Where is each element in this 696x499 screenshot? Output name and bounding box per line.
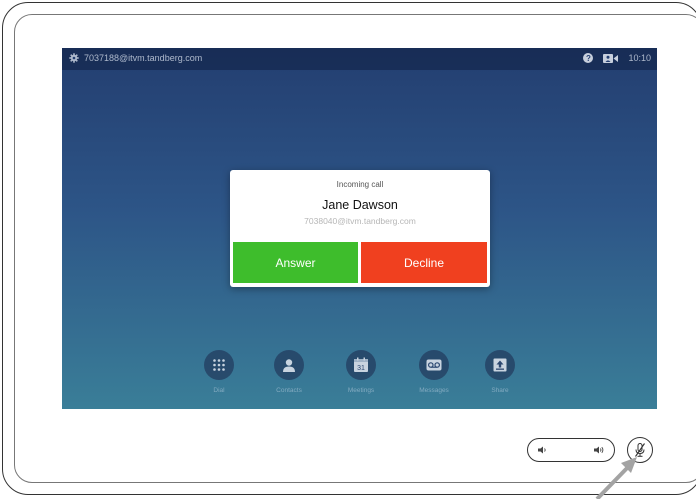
answer-button[interactable]: Answer (233, 242, 358, 283)
touch-screen: 7037188@itvm.tandberg.com ? 10:10 Incomi… (62, 48, 657, 409)
microphone-muted-icon (635, 443, 645, 457)
caller-uri: 7038040@itvm.tandberg.com (304, 216, 416, 226)
caller-name: Jane Dawson (322, 198, 398, 212)
settings-gear-icon[interactable] (69, 53, 79, 63)
dock-label-contacts: Contacts (276, 387, 302, 394)
volume-down-icon[interactable] (537, 445, 547, 455)
status-bar: 7037188@itvm.tandberg.com ? 10:10 (62, 48, 657, 70)
person-icon (283, 359, 295, 372)
camera-icon[interactable] (603, 53, 619, 63)
dock-label-share: Share (491, 387, 509, 394)
dock-label-messages: Messages (419, 387, 449, 394)
dialog-title: Incoming call (336, 180, 384, 189)
keypad-icon (213, 359, 225, 371)
system-uri: 7037188@itvm.tandberg.com (84, 53, 203, 63)
calendar-icon: 31 (354, 357, 368, 372)
clock-time: 10:10 (628, 53, 651, 63)
dock-item-meetings[interactable]: 31 Meetings (331, 350, 391, 394)
volume-up-icon[interactable] (593, 445, 605, 455)
microphone-mute-button[interactable] (627, 437, 653, 463)
dock-item-share[interactable]: Share (470, 350, 530, 394)
decline-button[interactable]: Decline (361, 242, 487, 283)
dock-item-contacts[interactable]: Contacts (259, 350, 319, 394)
help-icon[interactable]: ? (583, 53, 594, 63)
incoming-call-dialog: Incoming call Jane Dawson 7038040@itvm.t… (230, 170, 490, 287)
dock-item-messages[interactable]: Messages (404, 350, 464, 394)
dock-item-dial[interactable]: Dial (189, 350, 249, 394)
home-dock: Dial Contacts 31 Meetings Messages Share (62, 350, 657, 409)
dock-label-dial: Dial (213, 387, 225, 394)
volume-control[interactable] (527, 438, 615, 462)
voicemail-icon (426, 359, 442, 371)
share-upload-icon (493, 358, 507, 372)
calendar-day: 31 (357, 365, 365, 372)
dock-label-meetings: Meetings (347, 387, 375, 394)
